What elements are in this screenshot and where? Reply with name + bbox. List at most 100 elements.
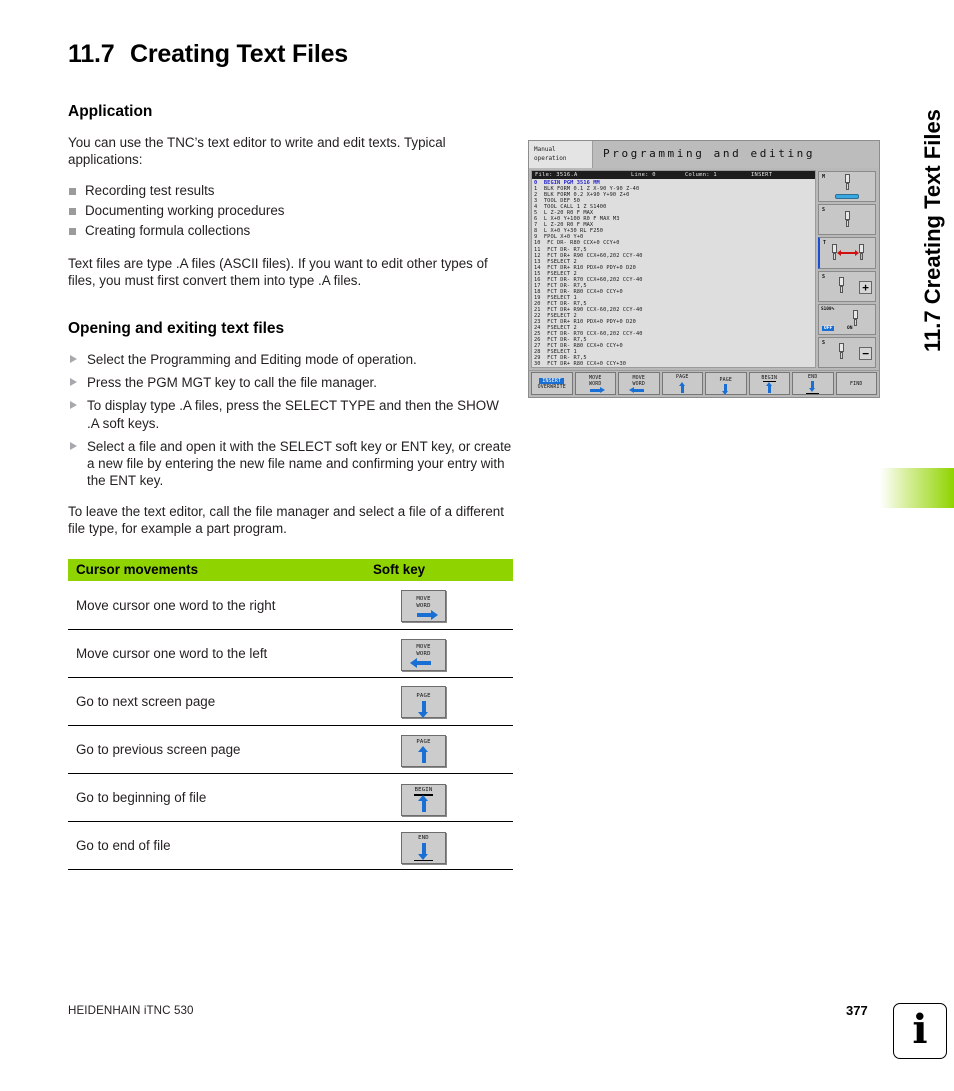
move-word-right-softkey[interactable]: MOVE WORD [401,590,446,623]
arrow-right-icon [590,387,606,393]
softkey-label-line1: MOVE [416,644,431,651]
spindle-minus-icon: S − [818,336,876,369]
square-bullet-icon [69,208,76,215]
icon-tag: S [822,339,826,346]
list-item-label: Select a file and open it with the SELEC… [87,438,512,489]
list-item: Creating formula collections [68,221,513,241]
triangle-bullet-icon [70,441,77,450]
softkey-label-line1: PAGE [416,692,431,699]
cnc-editor-statusbar: File: 3516.A Line: 0 Column: 1 INSERT [532,171,815,179]
list-item: To display type .A files, press the SELE… [68,397,513,431]
cnc-program-listing: 0 BEGIN PGM 3516 MM 1 BLK FORM 0.1 Z X-9… [532,179,815,367]
table-header: Cursor movements Soft key [68,559,513,582]
arrow-left-icon [628,387,644,393]
table-row: Go to end of file END [68,821,513,870]
table-row: Go to beginning of file BEGIN [68,773,513,822]
icon-tag: S100% [821,306,835,312]
opening-closing-text: To leave the text editor, call the file … [68,504,504,537]
softkey-label-line2: OVERWRITE [537,383,566,390]
page-down-softkey[interactable]: PAGE [401,686,446,719]
override-on-label[interactable]: ON [847,326,853,331]
tool-glyph [843,174,852,192]
row-action-label: Go to next screen page [68,677,373,726]
arrow-up-icon [418,746,428,764]
row-softkey-cell: END [373,821,513,870]
softkey-label-line2: WORD [632,381,646,388]
cnc-status-file: File: 3516.A [535,172,578,178]
running-chapter-title: 11.7 Creating Text Files [920,109,945,352]
minus-icon[interactable]: − [859,346,872,360]
plus-icon[interactable]: + [859,280,872,294]
softkey-label-line1: PAGE [675,374,689,380]
table-body: Move cursor one word to the right MOVE W… [68,581,513,870]
row-action-label: Move cursor one word to the left [68,629,373,678]
list-item: Select the Programming and Editing mode … [68,351,513,368]
row-softkey-cell: MOVE WORD [373,629,513,678]
list-item: Select a file and open it with the SELEC… [68,438,513,490]
move-word-left-softkey[interactable]: MOVE WORD [401,638,446,671]
icon-tag: M [822,174,826,180]
list-item-label: To display type .A files, press the SELE… [87,398,499,431]
triangle-bullet-icon [70,355,77,363]
cnc-header: Manual operation Programming and editing [529,141,879,168]
begin-softkey[interactable]: BEGIN [401,783,446,816]
arrow-down-icon [418,700,428,718]
move-word-right-softkey[interactable]: MOVE WORD [574,372,616,395]
cnc-softkey-bar: INSERT OVERWRITE MOVE WORD MOVE WORD PAG… [529,370,879,397]
end-softkey[interactable]: END [792,372,834,395]
cnc-status-mode: INSERT [751,172,773,178]
column-header-softkey: Soft key [373,559,513,582]
info-icon: i [893,1003,947,1059]
end-softkey[interactable]: END [401,832,446,865]
cnc-mode-indicator: Manual operation [529,141,593,168]
softkey-label-line2: WORD [416,651,431,658]
triangle-bullet-icon [70,401,77,410]
bottom-bar-icon [414,859,433,862]
main-content-column: 11.7 Creating Text Files Application You … [68,40,513,870]
arrow-up-icon [679,382,685,393]
thumb-index-tab [880,468,954,508]
page-up-softkey[interactable]: PAGE [401,735,446,768]
begin-softkey[interactable]: BEGIN [748,372,790,395]
application-intro-text: You can use the TNC’s text editor to wri… [68,135,446,167]
move-word-left-softkey[interactable]: MOVE WORD [618,372,660,395]
row-action-label: Go to beginning of file [68,773,373,822]
page-up-softkey[interactable]: PAGE [661,372,703,395]
cnc-mode-line1: Manual [534,146,556,153]
list-item-label: Creating formula collections [85,223,251,238]
tool-glyph [857,243,866,262]
list-item: Press the PGM MGT key to call the file m… [68,374,513,391]
list-item: Recording test results [68,181,513,201]
list-item-label: Documenting working procedures [85,203,285,218]
page-down-softkey[interactable]: PAGE [705,372,747,395]
application-note-text: Text files are type .A files (ASCII file… [68,256,488,288]
page-title: 11.7 Creating Text Files [68,40,513,69]
bottom-bar-icon [806,392,820,394]
softkey-label-line2: WORD [416,602,431,609]
cnc-text-editor[interactable]: File: 3516.A Line: 0 Column: 1 INSERT 0 … [531,170,816,368]
find-softkey[interactable]: FIND [835,372,877,395]
tool-glyph [837,277,846,295]
tool-change-icon: T [818,237,876,269]
softkey-label-line1: BEGIN [414,787,433,794]
exchange-arrow-icon [836,249,859,256]
cursor-movements-table: Cursor movements Soft key Move cursor on… [68,559,513,870]
insert-overwrite-softkey[interactable]: INSERT OVERWRITE [531,372,573,395]
cnc-mode-line2: operation [534,154,567,162]
cnc-status-icon-column: M S T S + S100% OFF ON S − [818,170,876,369]
table-row: Go to next screen page PAGE [68,677,513,726]
table-row: Move cursor one word to the right MOVE W… [68,581,513,630]
section-heading-opening: Opening and exiting text files [68,320,285,337]
arrow-down-bar-icon [809,380,815,392]
row-action-label: Move cursor one word to the right [68,581,373,630]
arrow-up-bar-icon [766,381,772,393]
table-glyph [835,194,859,200]
override-off-label[interactable]: OFF [822,325,835,331]
icon-tag: S [822,207,826,214]
footer-brand: HEIDENHAIN iTNC 530 [68,1004,194,1017]
table-row: Go to previous screen page PAGE [68,725,513,774]
application-bullet-list: Recording test results Documenting worki… [68,181,513,241]
spindle-plus-icon: S + [818,270,876,302]
row-softkey-cell: PAGE [373,677,513,726]
cnc-status-column: Column: 1 [685,172,717,178]
